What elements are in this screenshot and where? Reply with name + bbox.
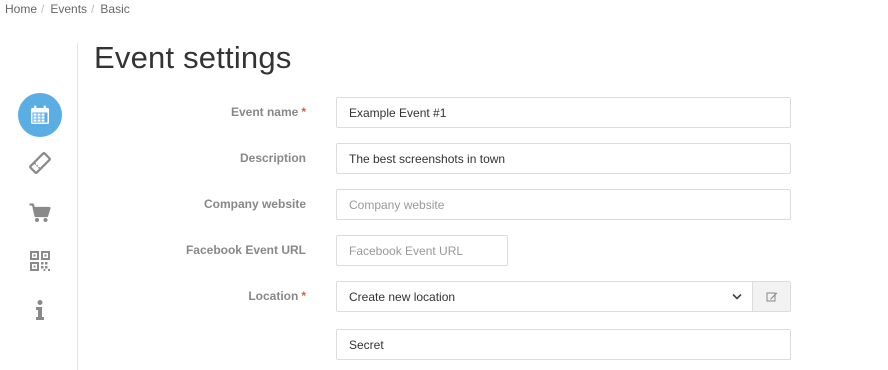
facebook-url-label: Facebook Event URL xyxy=(186,243,306,257)
company-website-input[interactable] xyxy=(336,189,791,220)
event-name-label: Event name * xyxy=(231,105,306,119)
sidebar-item-info[interactable] xyxy=(18,288,62,332)
event-name-input[interactable] xyxy=(336,97,791,128)
company-website-label: Company website xyxy=(204,197,306,211)
qr-code-icon xyxy=(30,251,50,271)
breadcrumb-separator: / xyxy=(41,2,45,16)
cart-icon xyxy=(29,203,51,222)
sidebar-divider xyxy=(77,43,78,370)
sidebar-item-checkin[interactable] xyxy=(18,239,62,283)
description-label-text: Description xyxy=(239,151,306,165)
info-icon xyxy=(36,300,44,320)
page-title: Event settings xyxy=(94,40,292,75)
event-name-label-text: Event name xyxy=(230,105,299,119)
breadcrumb-events[interactable]: Events xyxy=(50,2,87,16)
sidebar-item-orders[interactable] xyxy=(18,191,62,235)
breadcrumb-home[interactable]: Home xyxy=(5,2,37,16)
description-input[interactable] xyxy=(336,143,791,174)
required-mark: * xyxy=(301,105,306,119)
location-label-text: Location xyxy=(248,289,299,303)
sidebar-item-calendar[interactable] xyxy=(18,93,62,137)
required-mark: * xyxy=(301,289,306,303)
chevron-down-icon[interactable] xyxy=(722,282,752,311)
breadcrumb-separator: / xyxy=(91,2,95,16)
breadcrumb-current: Basic xyxy=(100,2,130,16)
ticket-icon xyxy=(29,152,51,174)
description-label: Description xyxy=(240,151,306,165)
location-secret-input[interactable] xyxy=(336,329,791,360)
location-select-value[interactable]: Create new location xyxy=(337,282,722,311)
location-select[interactable]: Create new location xyxy=(336,281,791,312)
company-website-label-text: Company website xyxy=(203,197,306,211)
location-label: Location * xyxy=(248,289,306,303)
edit-location-button[interactable] xyxy=(752,282,790,311)
facebook-url-input[interactable] xyxy=(336,235,508,266)
edit-icon xyxy=(766,292,777,302)
breadcrumb: Home / Events / Basic xyxy=(5,1,130,17)
calendar-icon xyxy=(31,105,49,124)
sidebar-item-tickets[interactable] xyxy=(18,141,62,185)
facebook-url-label-text: Facebook Event URL xyxy=(185,243,306,257)
